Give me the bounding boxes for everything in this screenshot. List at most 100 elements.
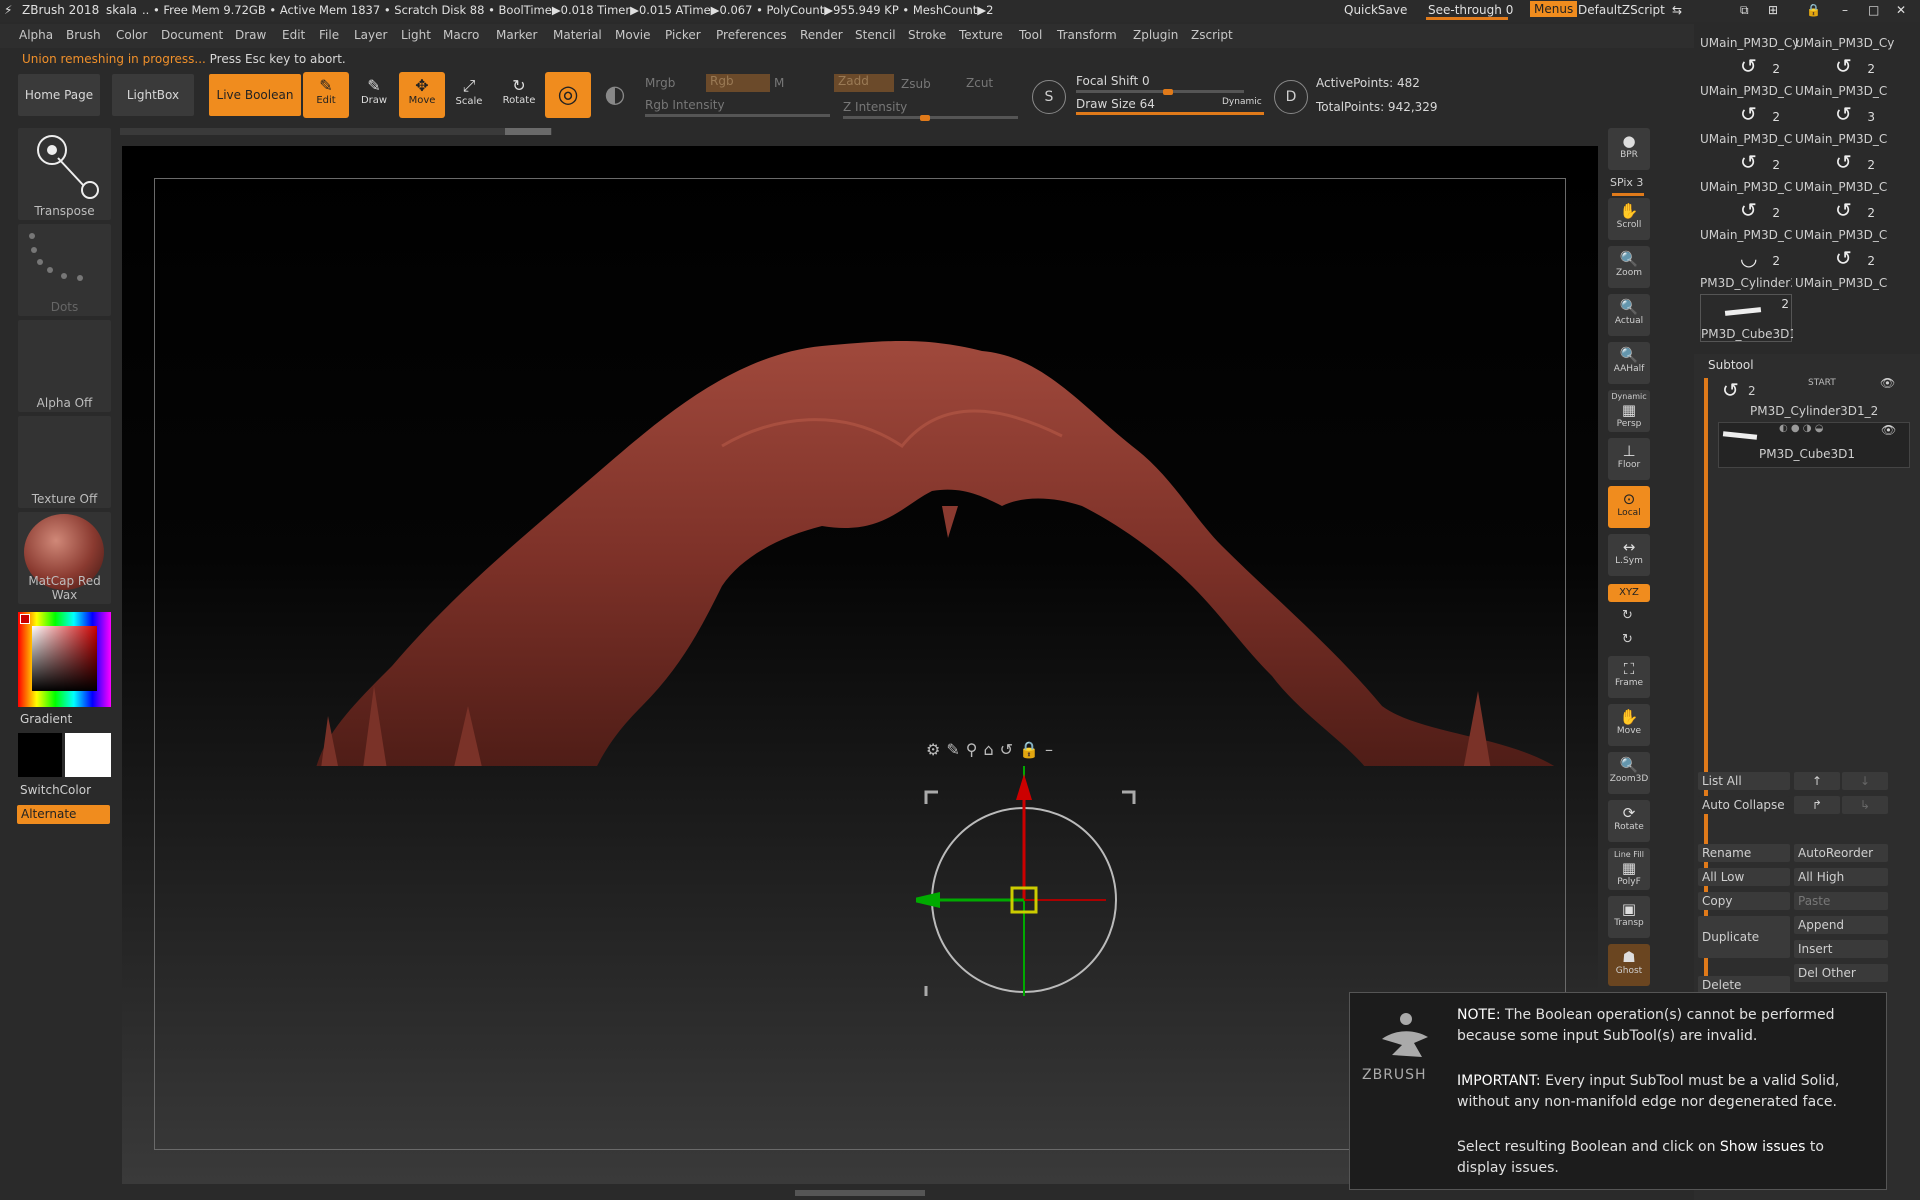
move-button[interactable]: ✥ Move: [399, 72, 445, 118]
tool-thumb[interactable]: ↺ 2 UMain_PM3D_Cy: [1795, 148, 1887, 194]
tool-thumb[interactable]: ↺ 2 UMain_PM3D_Cy: [1700, 52, 1792, 98]
tool-thumb[interactable]: ◡ 2 PM3D_Cylinder3: [1700, 244, 1792, 290]
rgb-intensity-slider[interactable]: Rgb Intensity: [645, 98, 725, 112]
menu-item[interactable]: Texture: [959, 28, 1003, 42]
maximize-icon[interactable]: □: [1868, 3, 1879, 17]
tool-thumb[interactable]: ↺ 2 UMain_PM3D_Cy: [1700, 100, 1792, 146]
menu-item[interactable]: Preferences: [716, 28, 787, 42]
alternate-button[interactable]: Alternate: [17, 805, 110, 824]
menu-item[interactable]: Stencil: [855, 28, 896, 42]
subtool-item[interactable]: ◐ ● ◑ ◒ 👁 PM3D_Cube3D1: [1718, 422, 1910, 468]
menu-item[interactable]: Draw: [235, 28, 266, 42]
minimize-icon[interactable]: –: [1842, 3, 1848, 17]
ghost-button[interactable]: ☗ Ghost: [1608, 944, 1650, 986]
rotate-button[interactable]: ↻ Rotate: [496, 72, 542, 118]
polyf-button[interactable]: Line Fill ▦ PolyF: [1608, 848, 1650, 890]
rename-button[interactable]: Rename: [1698, 844, 1790, 862]
menu-item[interactable]: Brush: [66, 28, 101, 42]
rotate-z-icon[interactable]: ↻: [1622, 632, 1633, 647]
focal-shift-slider[interactable]: Focal Shift 0: [1076, 74, 1150, 88]
texture-button[interactable]: Texture Off: [18, 416, 111, 508]
merge-up-icon[interactable]: ↱: [1794, 796, 1840, 814]
menu-item[interactable]: Render: [800, 28, 843, 42]
menu-item[interactable]: Stroke: [908, 28, 946, 42]
color-picker-marker[interactable]: [20, 614, 30, 624]
paste-button[interactable]: Paste: [1794, 892, 1888, 910]
tool-thumb[interactable]: ↺ 3 UMain_PM3D_Cy: [1795, 100, 1887, 146]
tool-thumb[interactable]: ↺ 2 UMain_PM3D_Cy: [1795, 196, 1887, 242]
alpha-button[interactable]: Alpha Off: [18, 320, 111, 412]
move-gizmo[interactable]: [916, 766, 1146, 996]
rotate-view-button[interactable]: ⟳ Rotate: [1608, 800, 1650, 842]
duplicate-button[interactable]: Duplicate: [1698, 916, 1790, 958]
eye-icon[interactable]: 👁: [1880, 376, 1895, 390]
subtool-scrollbar[interactable]: [1704, 378, 1708, 1078]
gizmo-3d-button[interactable]: ◎: [545, 72, 591, 118]
window-tile-icon[interactable]: ⊞: [1768, 3, 1778, 17]
del-other-button[interactable]: Del Other: [1794, 964, 1888, 982]
draw-button[interactable]: ✎ Draw: [351, 72, 397, 118]
z-intensity-slider[interactable]: Z Intensity: [843, 100, 907, 114]
dynamic-button[interactable]: Dynamic: [1222, 97, 1262, 107]
menu-item[interactable]: Layer: [354, 28, 387, 42]
move-up-icon[interactable]: ↑: [1794, 772, 1840, 790]
see-through-slider[interactable]: See-through 0: [1428, 3, 1513, 17]
live-boolean-button[interactable]: Live Boolean: [209, 74, 301, 116]
xyz-button[interactable]: XYZ: [1608, 584, 1650, 602]
scale-button[interactable]: ⤢ Scale: [446, 72, 492, 118]
spix-track[interactable]: [1612, 193, 1644, 196]
menu-item[interactable]: Material: [553, 28, 602, 42]
tool-thumb[interactable]: ↺ 2 UMain_PM3D_Cy: [1795, 244, 1887, 290]
actual-button[interactable]: 🔍 Actual: [1608, 294, 1650, 336]
close-icon[interactable]: ✕: [1896, 3, 1906, 17]
boolean-mode-icons[interactable]: ◐ ● ◑ ◒: [1779, 423, 1823, 434]
tool-thumb[interactable]: 2 PM3D_Cube3D1: [1700, 294, 1793, 342]
color-picker[interactable]: [18, 612, 111, 707]
rotate-y-icon[interactable]: ↻: [1622, 608, 1633, 623]
floor-button[interactable]: ⊥ Floor: [1608, 438, 1650, 480]
lightbox-button[interactable]: LightBox: [112, 74, 194, 116]
menu-item[interactable]: Marker: [496, 28, 537, 42]
rgb-intensity-track[interactable]: [645, 114, 830, 117]
stroke-dots-button[interactable]: Dots: [18, 224, 111, 316]
primary-color-swatch[interactable]: [65, 733, 111, 777]
move-view-button[interactable]: ✋ Move: [1608, 704, 1650, 746]
sphere-brush-button[interactable]: ◐: [592, 72, 638, 118]
gizmo-toolbar[interactable]: ⚙✎⚲⌂↺🔒–: [926, 740, 1059, 759]
m-button[interactable]: M: [774, 76, 784, 90]
eye-icon[interactable]: 👁: [1881, 423, 1896, 437]
merge-down-icon[interactable]: ↳: [1842, 796, 1888, 814]
top-scrollbar[interactable]: [120, 128, 552, 135]
move-down-icon[interactable]: ↓: [1842, 772, 1888, 790]
tool-thumb[interactable]: ↺ 2 UMain_PM3D_Cy: [1700, 196, 1792, 242]
tool-thumb[interactable]: ↺ 2 UMain_PM3D_Cy: [1700, 148, 1792, 194]
top-scrollbar-thumb[interactable]: [505, 128, 551, 135]
script-name[interactable]: DefaultZScript: [1578, 3, 1665, 17]
home-page-button[interactable]: Home Page: [18, 74, 100, 116]
menu-item[interactable]: Light: [401, 28, 431, 42]
insert-button[interactable]: Insert: [1794, 940, 1888, 958]
autoreorder-button[interactable]: AutoReorder: [1794, 844, 1888, 862]
all-high-button[interactable]: All High: [1794, 868, 1888, 886]
menu-item[interactable]: Movie: [615, 28, 651, 42]
edit-button[interactable]: ✎ Edit: [303, 72, 349, 118]
scroll-button[interactable]: ✋ Scroll: [1608, 198, 1650, 240]
zoom-button[interactable]: 🔍 Zoom: [1608, 246, 1650, 288]
menu-item[interactable]: Color: [116, 28, 147, 42]
gradient-button[interactable]: Gradient: [20, 712, 72, 726]
z-intensity-knob[interactable]: [920, 115, 930, 121]
aahalf-button[interactable]: 🔍 AAHalf: [1608, 342, 1650, 384]
bottom-scrollbar-thumb[interactable]: [795, 1190, 925, 1196]
draw-size-icon[interactable]: D: [1274, 80, 1308, 114]
subtool-item[interactable]: ↺ 2 START 👁 PM3D_Cylinder3D1_2: [1718, 376, 1908, 420]
focal-shift-track[interactable]: [1076, 90, 1244, 93]
material-button[interactable]: MatCap Red Wax: [18, 512, 111, 604]
see-through-track[interactable]: [1426, 17, 1508, 20]
switchcolor-button[interactable]: SwitchColor: [20, 783, 91, 797]
zcut-button[interactable]: Zcut: [966, 76, 993, 90]
menu-item[interactable]: Transform: [1057, 28, 1117, 42]
lsym-button[interactable]: ↔ L.Sym: [1608, 534, 1650, 576]
quicksave-button[interactable]: QuickSave: [1344, 3, 1407, 17]
all-low-button[interactable]: All Low: [1698, 868, 1790, 886]
zoom3d-button[interactable]: 🔍 Zoom3D: [1608, 752, 1650, 794]
